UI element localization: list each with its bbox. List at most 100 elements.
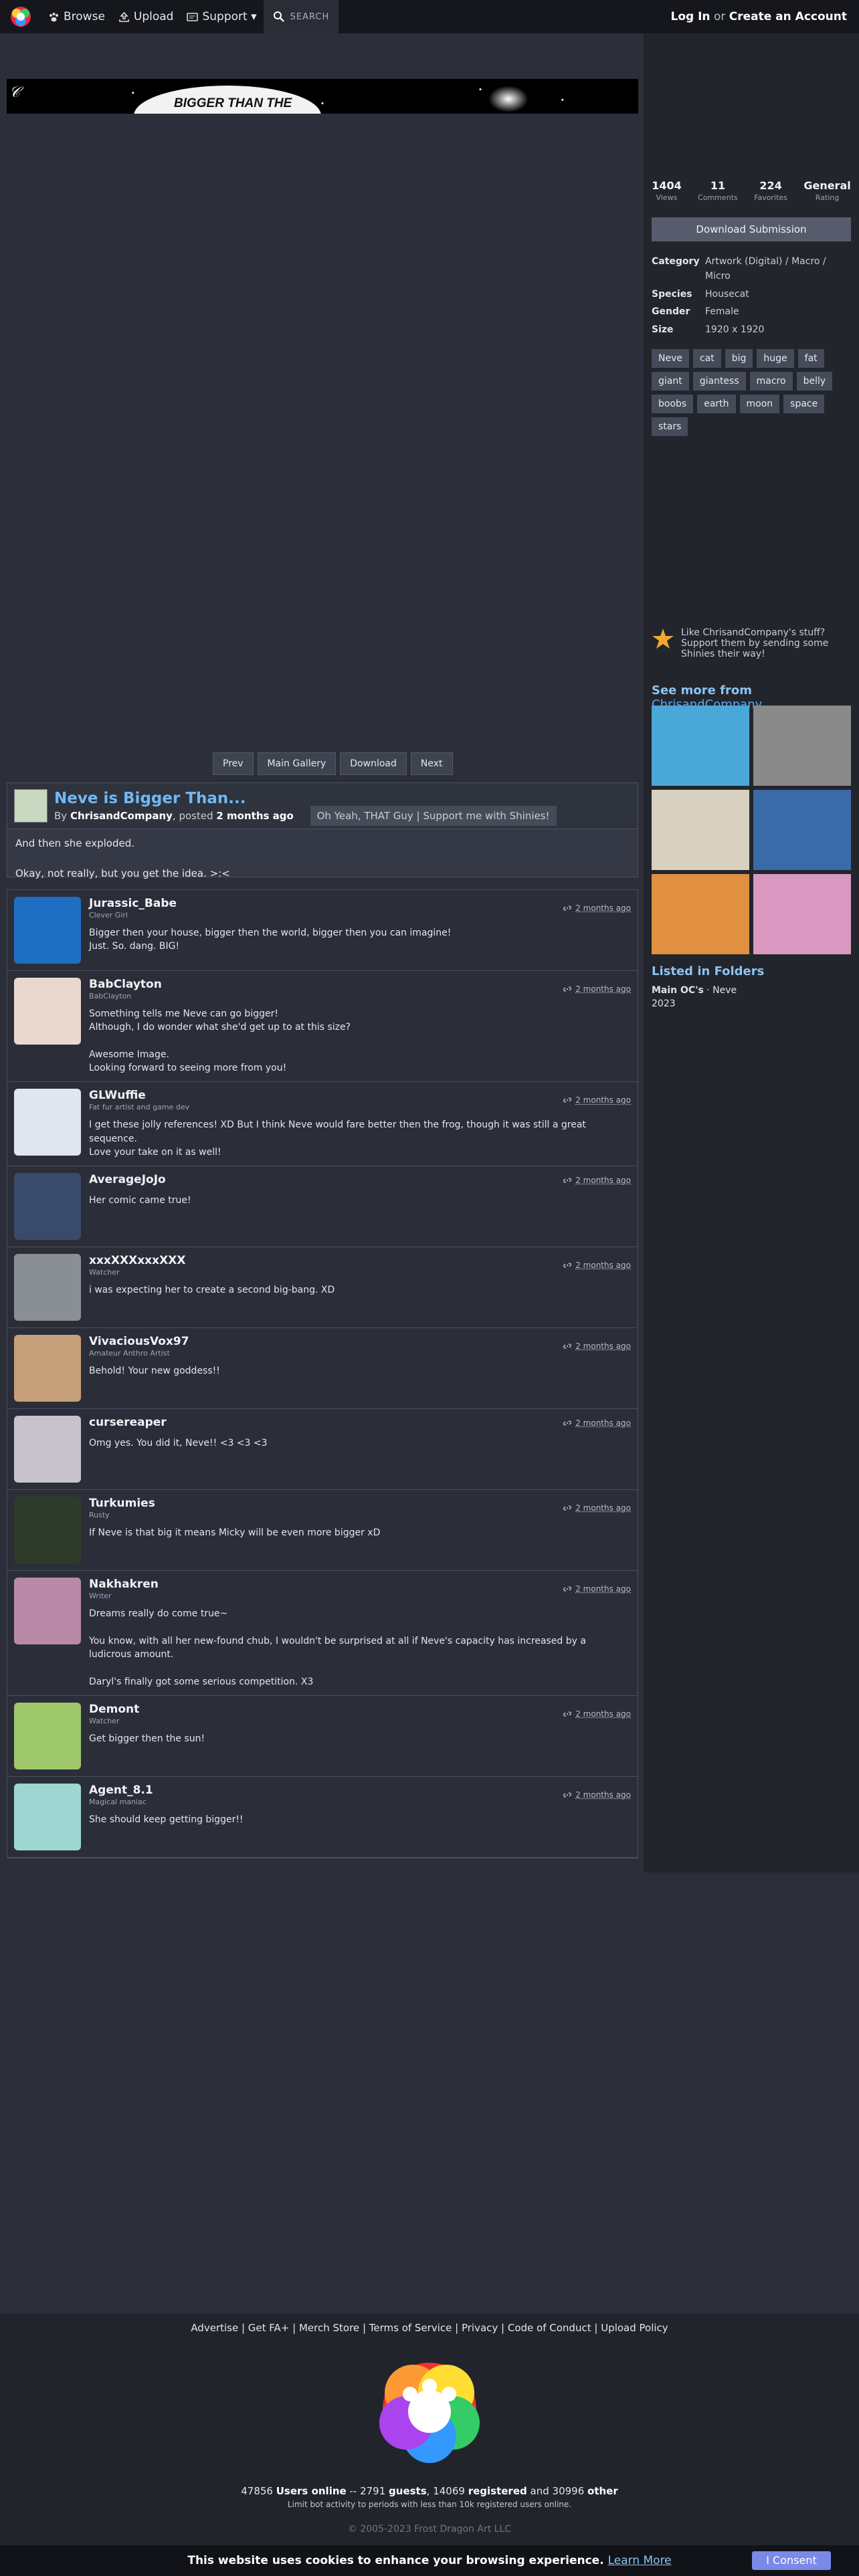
tag-belly[interactable]: belly <box>796 372 833 391</box>
comment: Turkumies Rusty 2 months ago If Neve is tha… <box>7 1490 638 1572</box>
thumbnail[interactable] <box>652 790 749 870</box>
comment-date[interactable]: 2 months ago <box>563 1089 631 1111</box>
tag-macro[interactable]: macro <box>749 372 793 391</box>
commenter-name[interactable]: cursereaper <box>89 1416 167 1429</box>
comment-date[interactable]: 2 months ago <box>563 978 631 1000</box>
link-icon[interactable] <box>563 1261 572 1269</box>
link-icon[interactable] <box>563 1791 572 1799</box>
author-avatar[interactable] <box>14 789 47 823</box>
main-gallery-button[interactable]: Main Gallery <box>257 752 337 775</box>
commenter-avatar[interactable] <box>14 1578 81 1645</box>
footer-link[interactable]: Privacy <box>462 2322 498 2334</box>
link-icon[interactable] <box>563 985 572 993</box>
tag-giant[interactable]: giant <box>652 372 689 391</box>
comment-date[interactable]: 2 months ago <box>563 897 631 920</box>
tag-space[interactable]: space <box>783 395 825 413</box>
comment-date[interactable]: 2 months ago <box>563 1254 631 1277</box>
tag-cat[interactable]: cat <box>692 349 721 368</box>
thumbnail[interactable] <box>652 874 749 954</box>
support-menu[interactable]: Support ▾ <box>180 0 263 33</box>
footer-link[interactable]: Advertise <box>191 2322 238 2334</box>
commenter-name[interactable]: Demont <box>89 1703 139 1716</box>
tag-big[interactable]: big <box>725 349 753 368</box>
commenter-avatar[interactable] <box>14 1173 81 1241</box>
comment-text: Her comic came true! <box>89 1195 191 1206</box>
commenter-avatar[interactable] <box>14 1497 81 1564</box>
tag-huge[interactable]: huge <box>757 349 794 368</box>
create-account-link[interactable]: Create an Account <box>729 10 847 23</box>
comments-section: Jurassic_Babe Clever Girl 2 months ago Bigg… <box>7 889 638 1859</box>
tag-boobs[interactable]: boobs <box>652 395 694 413</box>
link-icon[interactable] <box>563 1096 572 1104</box>
tag-fat[interactable]: fat <box>797 349 824 368</box>
commenter-avatar[interactable] <box>14 1089 81 1156</box>
commenter-name[interactable]: Agent_8.1 <box>89 1784 153 1797</box>
tag-giantess[interactable]: giantess <box>692 372 746 391</box>
link-icon[interactable] <box>563 1710 572 1718</box>
prev-button[interactable]: Prev <box>213 752 254 775</box>
commenter-name[interactable]: xxxXXXxxxXXX <box>89 1254 185 1267</box>
comment-text: Something tells me Neve can go bigger! A… <box>89 1008 351 1074</box>
link-icon[interactable] <box>563 1585 572 1593</box>
shinies-promo[interactable]: Like ChrisandCompany's stuff? Support th… <box>652 627 852 659</box>
thumbnail[interactable] <box>753 706 851 786</box>
link-icon[interactable] <box>563 904 572 912</box>
comment-header: AverageJoJo 2 months ago <box>89 1173 631 1187</box>
commenter-avatar[interactable] <box>14 1703 81 1770</box>
footer-link[interactable]: Code of Conduct <box>508 2322 591 2334</box>
footer-link[interactable]: Get FA+ <box>248 2322 290 2334</box>
link-icon[interactable] <box>563 1176 572 1184</box>
comment-date[interactable]: 2 months ago <box>563 1578 631 1600</box>
commenter-avatar[interactable] <box>14 897 81 964</box>
comment-date[interactable]: 2 months ago <box>563 1703 631 1725</box>
consent-button[interactable]: I Consent <box>752 2551 831 2570</box>
and-label: and <box>530 2485 549 2497</box>
tag-Neve[interactable]: Neve <box>652 349 689 368</box>
download-button[interactable]: Download <box>340 752 407 775</box>
commenter-name[interactable]: AverageJoJo <box>89 1173 166 1186</box>
footer-link[interactable]: Upload Policy <box>601 2322 668 2334</box>
link-icon[interactable] <box>563 1504 572 1512</box>
comment-date[interactable]: 2 months ago <box>563 1416 631 1430</box>
tag-stars[interactable]: stars <box>652 417 688 436</box>
commenter-name[interactable]: BabClayton <box>89 978 162 991</box>
commenter-avatar[interactable] <box>14 978 81 1045</box>
commenter-avatar[interactable] <box>14 1254 81 1321</box>
commenter-name[interactable]: GLWuffie <box>89 1089 189 1102</box>
tag-moon[interactable]: moon <box>739 395 780 413</box>
search-button[interactable]: SEARCH <box>263 0 339 33</box>
comment-date[interactable]: 2 months ago <box>563 1784 631 1806</box>
commenter-name[interactable]: Nakhakren <box>89 1578 159 1591</box>
thumbnail[interactable] <box>652 706 749 786</box>
author-link[interactable]: ChrisandCompany <box>70 810 173 822</box>
footer-link[interactable]: Terms of Service <box>369 2322 452 2334</box>
footer-link[interactable]: Merch Store <box>299 2322 359 2334</box>
commenter-avatar[interactable] <box>14 1335 81 1402</box>
commenter-name[interactable]: VivaciousVox97 <box>89 1335 189 1348</box>
commenter-avatar[interactable] <box>14 1416 81 1483</box>
fa-logo-icon[interactable] <box>9 5 32 28</box>
comment-date[interactable]: 2 months ago <box>563 1173 631 1187</box>
commenter-name[interactable]: Turkumies <box>89 1497 155 1510</box>
folder-link[interactable]: Main OC's · Neve 2023 <box>652 984 764 1011</box>
comment-date[interactable]: 2 months ago <box>563 1497 631 1519</box>
submission-header: Neve is Bigger Than... By ChrisandCompan… <box>7 783 638 829</box>
commenter-name[interactable]: Jurassic_Babe <box>89 897 177 910</box>
link-icon[interactable] <box>563 1342 572 1350</box>
tag-earth[interactable]: earth <box>697 395 736 413</box>
browse-link[interactable]: Browse <box>41 0 112 33</box>
download-submission-button[interactable]: Download Submission <box>652 217 851 241</box>
commenter-avatar[interactable] <box>14 1784 81 1851</box>
thumbnail[interactable] <box>753 874 851 954</box>
thumbnail[interactable] <box>753 790 851 870</box>
submission-image[interactable]: 𝒞 BIGGER THAN THE <box>7 79 638 114</box>
next-button[interactable]: Next <box>410 752 453 775</box>
upload-link[interactable]: Upload <box>112 0 181 33</box>
login-link[interactable]: Log In <box>671 10 710 23</box>
commenter-title: Amateur Anthro Artist <box>89 1349 170 1358</box>
comment-date[interactable]: 2 months ago <box>563 1335 631 1358</box>
link-icon[interactable] <box>563 1419 572 1427</box>
comment: AverageJoJo 2 months ago Her comic came tr… <box>7 1166 638 1248</box>
learn-more-link[interactable]: Learn More <box>608 2554 672 2567</box>
comments-count: 11 <box>710 179 726 192</box>
